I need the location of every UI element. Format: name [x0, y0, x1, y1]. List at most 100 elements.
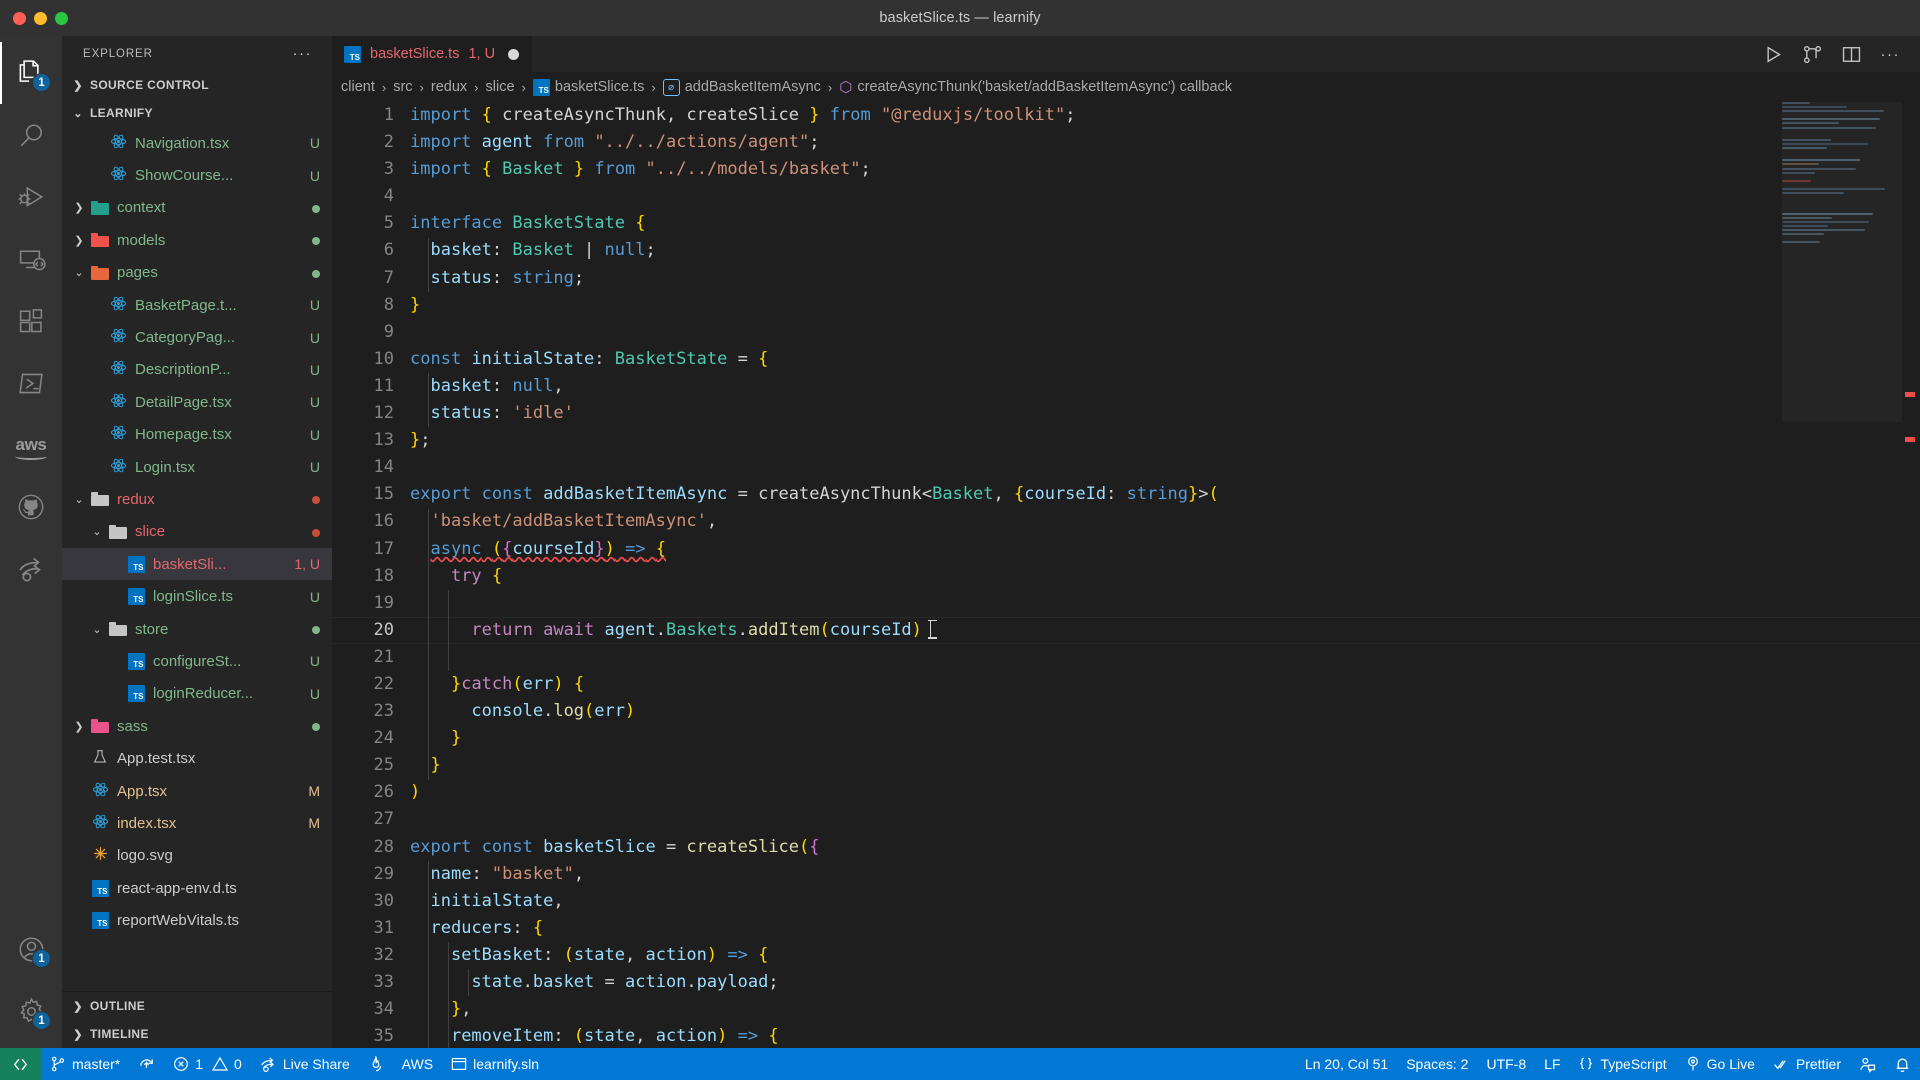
code-line[interactable]: status: string;	[410, 265, 1920, 292]
section-timeline[interactable]: ❯ TIMELINE	[62, 1020, 332, 1048]
maximize-window-button[interactable]	[55, 11, 68, 25]
status-language-mode[interactable]: TypeScript	[1569, 1048, 1675, 1080]
breadcrumb-item-1[interactable]: src	[393, 79, 412, 95]
code-line[interactable]: state.basket = action.payload;	[410, 969, 1920, 996]
code-line[interactable]: basket: Basket | null;	[410, 237, 1920, 264]
code-content[interactable]: import { createAsyncThunk, createSlice }…	[332, 102, 1920, 1048]
code-line[interactable]: )	[410, 779, 1920, 806]
activity-accounts[interactable]: 1	[0, 918, 62, 980]
code-line[interactable]: reducers: {	[410, 915, 1920, 942]
code-line[interactable]	[410, 319, 1920, 346]
tree-item-redux[interactable]: ⌄ redux	[62, 483, 332, 515]
code-line[interactable]: };	[410, 427, 1920, 454]
code-line[interactable]: initialState,	[410, 888, 1920, 915]
breadcrumb-item-2[interactable]: redux	[431, 79, 467, 95]
status-eol[interactable]: LF	[1535, 1048, 1569, 1080]
status-encoding[interactable]: UTF-8	[1477, 1048, 1535, 1080]
tree-item-app-test-tsx[interactable]: App.test.tsx	[62, 742, 332, 774]
status-feedback[interactable]	[1850, 1048, 1885, 1080]
chevron-right-icon[interactable]: ❯	[70, 720, 88, 733]
activity-aws-toolkit[interactable]: aws	[0, 414, 62, 476]
tree-item-react-app-env-d-ts[interactable]: TS react-app-env.d.ts	[62, 872, 332, 904]
more-actions-icon[interactable]: ···	[293, 45, 313, 62]
tree-item-showcourse[interactable]: ShowCourse... U	[62, 159, 332, 191]
tree-item-app-tsx[interactable]: App.tsx M	[62, 775, 332, 807]
activity-extensions[interactable]	[0, 290, 62, 352]
tree-item-basketpage-t[interactable]: BasketPage.t... U	[62, 289, 332, 321]
more-actions-icon[interactable]: ···	[1881, 46, 1901, 63]
editor-scrollbar[interactable]	[1905, 102, 1917, 1048]
activity-settings[interactable]: 1	[0, 980, 62, 1042]
chevron-right-icon[interactable]: ❯	[70, 201, 88, 214]
code-line[interactable]	[410, 644, 1920, 671]
code-line[interactable]: interface BasketState {	[410, 210, 1920, 237]
code-line[interactable]: import { createAsyncThunk, createSlice }…	[410, 102, 1920, 129]
activity-search[interactable]	[0, 104, 62, 166]
status-firebase[interactable]	[359, 1048, 393, 1080]
tree-item-sass[interactable]: ❯ sass	[62, 710, 332, 742]
activity-github[interactable]	[0, 476, 62, 538]
chevron-down-icon[interactable]: ⌄	[70, 266, 88, 279]
code-line[interactable]: async ({courseId}) => {	[410, 536, 1920, 563]
tree-item-context[interactable]: ❯ context	[62, 192, 332, 224]
tree-item-homepage-tsx[interactable]: Homepage.tsx U	[62, 419, 332, 451]
status-sync-changes[interactable]	[129, 1048, 164, 1080]
code-line[interactable]: },	[410, 996, 1920, 1023]
status-problems[interactable]: 1 0	[164, 1048, 251, 1080]
minimap[interactable]	[1782, 102, 1902, 1048]
status-indentation[interactable]: Spaces: 2	[1397, 1048, 1477, 1080]
code-line[interactable]: export const basketSlice = createSlice({	[410, 834, 1920, 861]
code-line[interactable]: basket: null,	[410, 373, 1920, 400]
breadcrumb[interactable]: client › src › redux › slice › TS basketSlice.ts ›…	[332, 72, 1920, 102]
tree-item-index-tsx[interactable]: index.tsx M	[62, 807, 332, 839]
code-line[interactable]: }	[410, 292, 1920, 319]
section-learnify[interactable]: ⌄ LEARNIFY	[62, 99, 332, 127]
tree-item-categorypag[interactable]: CategoryPag... U	[62, 321, 332, 353]
code-line[interactable]: try {	[410, 563, 1920, 590]
code-line[interactable]: status: 'idle'	[410, 400, 1920, 427]
breadcrumb-item-6[interactable]: ⬡ createAsyncThunk('basket/addBasketItemA…	[839, 78, 1232, 96]
split-compare-icon[interactable]	[1803, 45, 1822, 64]
code-line[interactable]: return await agent.Baskets.addItem(cours…	[332, 616, 1920, 644]
code-line[interactable]: 'basket/addBasketItemAsync',	[410, 508, 1920, 535]
breadcrumb-item-5[interactable]: ⌀ addBasketItemAsync	[662, 78, 821, 96]
minimap-slider[interactable]	[1782, 102, 1902, 422]
code-line[interactable]: export const addBasketItemAsync = create…	[410, 481, 1920, 508]
breadcrumb-item-4[interactable]: TS basketSlice.ts	[532, 78, 644, 96]
tree-item-basketsli[interactable]: TS basketSli... 1, U	[62, 548, 332, 581]
tree-item-loginreducer[interactable]: TS loginReducer... U	[62, 678, 332, 710]
tree-item-navigation-tsx[interactable]: Navigation.tsx U	[62, 127, 332, 159]
activity-explorer[interactable]: 1	[0, 42, 62, 104]
code-line[interactable]: setBasket: (state, action) => {	[410, 942, 1920, 969]
code-line[interactable]	[410, 806, 1920, 833]
status-solution[interactable]: learnify.sln	[442, 1048, 548, 1080]
run-icon[interactable]	[1764, 45, 1783, 64]
breadcrumb-item-0[interactable]: client	[341, 79, 375, 95]
code-line[interactable]: import { Basket } from "../../models/bas…	[410, 156, 1920, 183]
activity-run-debug[interactable]	[0, 166, 62, 228]
status-go-live[interactable]: Go Live	[1676, 1048, 1764, 1080]
section-outline[interactable]: ❯ OUTLINE	[62, 992, 332, 1020]
section-source-control[interactable]: ❯ SOURCE CONTROL	[62, 71, 332, 99]
tree-item-logo-svg[interactable]: logo.svg	[62, 840, 332, 872]
tree-item-store[interactable]: ⌄ store	[62, 613, 332, 645]
activity-powershell[interactable]	[0, 352, 62, 414]
tree-item-descriptionp[interactable]: DescriptionP... U	[62, 354, 332, 386]
tree-item-models[interactable]: ❯ models	[62, 224, 332, 256]
tree-item-reportwebvitals-ts[interactable]: TS reportWebVitals.ts	[62, 904, 332, 936]
breadcrumb-item-3[interactable]: slice	[486, 79, 515, 95]
status-prettier[interactable]: Prettier	[1764, 1048, 1850, 1080]
code-editor[interactable]: 1 2 3 4 5 6 7 8 9 10 11 12 13 14 15 16 17 18 19 20 21 22 23 24 2…	[332, 102, 1920, 1048]
activity-remote-explorer[interactable]	[0, 228, 62, 290]
tree-item-pages[interactable]: ⌄ pages	[62, 257, 332, 289]
code-line[interactable]: removeItem: (state, action) => {	[410, 1023, 1920, 1048]
code-line[interactable]: name: "basket",	[410, 861, 1920, 888]
tree-item-loginslice-ts[interactable]: TS loginSlice.ts U	[62, 580, 332, 612]
window-controls[interactable]	[0, 11, 68, 25]
code-line[interactable]: }catch(err) {	[410, 671, 1920, 698]
code-line[interactable]	[410, 590, 1920, 617]
tab-basketslice[interactable]: TS basketSlice.ts 1, U	[332, 36, 534, 72]
code-line[interactable]: const initialState: BasketState = {	[410, 346, 1920, 373]
close-window-button[interactable]	[13, 11, 26, 25]
status-cursor-position[interactable]: Ln 20, Col 51	[1296, 1048, 1397, 1080]
